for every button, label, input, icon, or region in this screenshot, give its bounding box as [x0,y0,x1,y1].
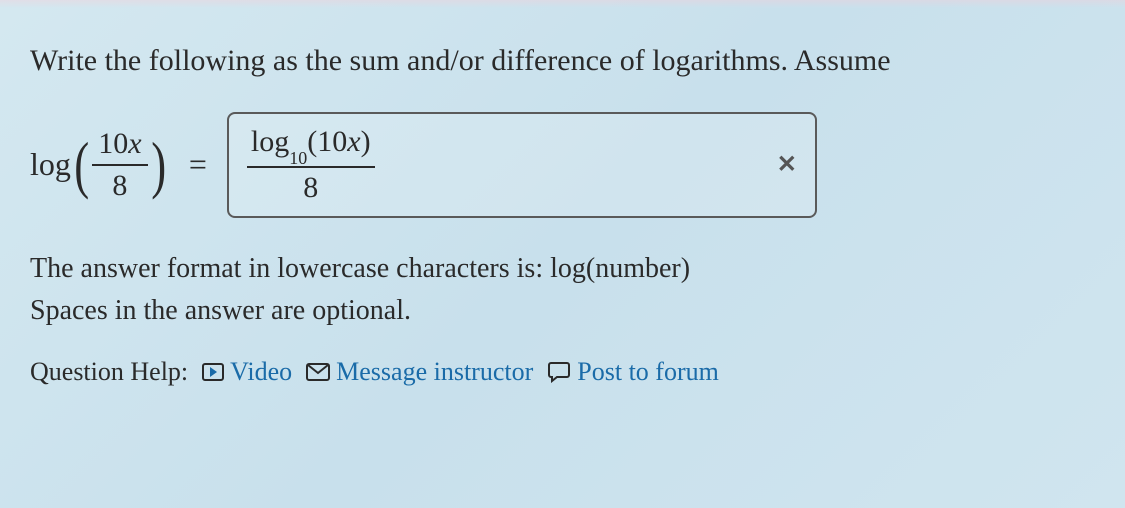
equation-row: log ( 10x 8 ) = log10(10x) 8 ✕ [30,112,1095,218]
video-link[interactable]: Video [202,357,292,387]
message-link-label: Message instructor [336,357,533,387]
hint-line-2: Spaces in the answer are optional. [30,290,1095,332]
answer-arg-close: ) [361,125,371,158]
video-icon [202,363,224,381]
chat-icon [547,361,571,383]
mail-icon [306,363,330,381]
equals-sign: = [189,146,207,183]
hint-text: The answer format in lowercase character… [30,248,1095,332]
answer-fraction: log10(10x) 8 [247,124,375,206]
clear-answer-icon[interactable]: ✕ [777,150,797,179]
help-row: Question Help: Video Message instructor … [30,357,1095,387]
answer-input[interactable]: log10(10x) 8 ✕ [227,112,817,218]
answer-content: log10(10x) 8 [247,124,375,206]
lhs-numerator: 10x [92,126,147,164]
answer-log-label: log [251,125,289,158]
lhs-num-var: x [128,127,141,160]
answer-denominator: 8 [247,166,375,206]
right-paren: ) [151,139,166,190]
question-prompt: Write the following as the sum and/or di… [30,40,1095,82]
forum-link-label: Post to forum [577,357,719,387]
video-link-label: Video [230,357,292,387]
answer-numerator: log10(10x) [247,124,375,166]
lhs-num-coeff: 10 [98,127,128,160]
paren-group: ( 10x 8 ) [71,126,169,204]
log-label: log [30,146,71,183]
message-instructor-link[interactable]: Message instructor [306,357,533,387]
lhs-expression: log ( 10x 8 ) [30,126,169,204]
answer-log-base: 10 [289,148,307,168]
post-forum-link[interactable]: Post to forum [547,357,719,387]
left-paren: ( [74,139,89,190]
lhs-fraction: 10x 8 [92,126,147,204]
lhs-denominator: 8 [92,164,147,204]
answer-arg-coeff: 10 [317,125,347,158]
answer-arg-open: ( [307,125,317,158]
help-label: Question Help: [30,357,188,387]
answer-arg-var: x [347,125,360,158]
hint-line-1: The answer format in lowercase character… [30,248,1095,290]
